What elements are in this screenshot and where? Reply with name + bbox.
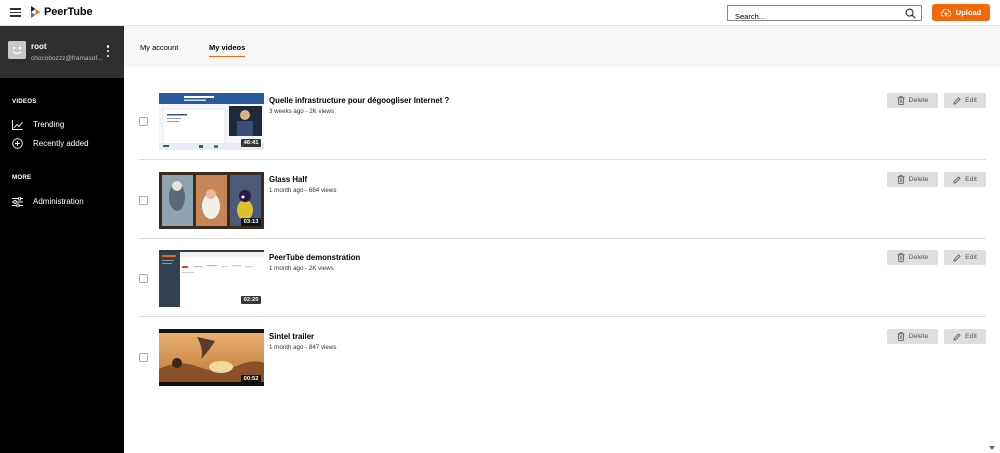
section-videos-title: VIDEOS [12,98,37,105]
trending-icon [12,119,23,130]
video-row: 02:20 PeerTube demonstration 1 month ago… [139,238,986,317]
video-title[interactable]: Sintel trailer [269,332,314,341]
section-more-title: MORE [12,174,32,181]
edit-button[interactable]: Edit [944,93,986,108]
avatar[interactable] [8,41,26,59]
user-panel: root chocobozzz@framasof... [0,26,124,78]
tab-my-account[interactable]: My account [140,43,178,52]
sidebar: root chocobozzz@framasof... VIDEOS Trend… [0,26,124,453]
account-subnav: My account My videos [124,26,1000,67]
edit-label: Edit [965,254,977,261]
video-title[interactable]: Quelle infrastructure pour dégoogliser I… [269,96,449,105]
scroll-down-arrow-icon[interactable] [989,446,995,450]
trash-icon [897,96,905,105]
user-more-icon[interactable] [106,45,110,57]
pencil-icon [953,332,961,340]
app-name: PeerTube [44,6,93,18]
video-thumbnail[interactable]: 00:52 [159,329,264,386]
edit-label: Edit [965,333,977,340]
upload-label: Upload [955,8,982,17]
delete-button[interactable]: Delete [887,250,938,265]
menu-toggle-icon[interactable] [10,8,21,17]
top-header: PeerTube Upload [0,0,1000,26]
delete-label: Delete [908,254,929,261]
video-row: 46:41 Quelle infrastructure pour dégoogl… [139,81,986,160]
peertube-logo-icon [31,6,40,18]
edit-label: Edit [965,176,977,183]
video-duration: 46:41 [241,139,261,147]
video-meta: 1 month ago - 2K views [269,265,334,272]
trash-icon [897,253,905,262]
edit-button[interactable]: Edit [944,172,986,187]
video-duration: 03:13 [241,218,261,226]
video-meta: 1 month ago - 684 views [269,187,337,194]
sidebar-item-label: Recently added [33,139,89,148]
edit-button[interactable]: Edit [944,250,986,265]
avatar-face-icon [8,41,26,59]
tab-my-videos[interactable]: My videos [209,43,246,57]
search-input[interactable] [728,9,898,24]
sidebar-item-label: Trending [33,120,65,129]
delete-button[interactable]: Delete [887,172,938,187]
pencil-icon [953,175,961,183]
trash-icon [897,332,905,341]
upload-button[interactable]: Upload [932,4,990,21]
video-title[interactable]: PeerTube demonstration [269,253,360,262]
plus-circle-icon [12,138,23,149]
delete-button[interactable]: Delete [887,93,938,108]
delete-label: Delete [908,97,929,104]
sliders-icon [12,196,23,207]
video-row: 03:13 Glass Half 1 month ago - 684 views… [139,160,986,239]
username[interactable]: root [31,42,47,51]
edit-button[interactable]: Edit [944,329,986,344]
video-meta: 3 weeks ago - 2K views [269,108,334,115]
cloud-upload-icon [940,8,951,16]
edit-label: Edit [965,97,977,104]
video-thumbnail[interactable]: 02:20 [159,250,264,307]
video-title[interactable]: Glass Half [269,175,307,184]
video-thumbnail[interactable]: 46:41 [159,93,264,150]
sidebar-item-label: Administration [33,197,84,206]
search-icon[interactable] [905,8,916,19]
video-meta: 1 month ago - 847 views [269,344,337,351]
peertube-logo[interactable]: PeerTube [31,6,93,18]
delete-button[interactable]: Delete [887,329,938,344]
video-duration: 00:52 [241,375,261,383]
delete-label: Delete [908,176,929,183]
sidebar-item-recently-added[interactable]: Recently added [12,138,89,149]
trash-icon [897,175,905,184]
pencil-icon [953,96,961,104]
delete-label: Delete [908,333,929,340]
pencil-icon [953,253,961,261]
search-box [727,5,922,24]
video-select-checkbox[interactable] [139,196,148,205]
video-select-checkbox[interactable] [139,274,148,283]
video-duration: 02:20 [241,296,261,304]
video-select-checkbox[interactable] [139,117,148,126]
user-email: chocobozzz@framasof... [31,55,103,62]
sidebar-item-administration[interactable]: Administration [12,196,84,207]
video-row: 00:52 Sintel trailer 1 month ago - 847 v… [139,317,986,396]
video-select-checkbox[interactable] [139,353,148,362]
sidebar-item-trending[interactable]: Trending [12,119,64,130]
video-thumbnail[interactable]: 03:13 [159,172,264,229]
